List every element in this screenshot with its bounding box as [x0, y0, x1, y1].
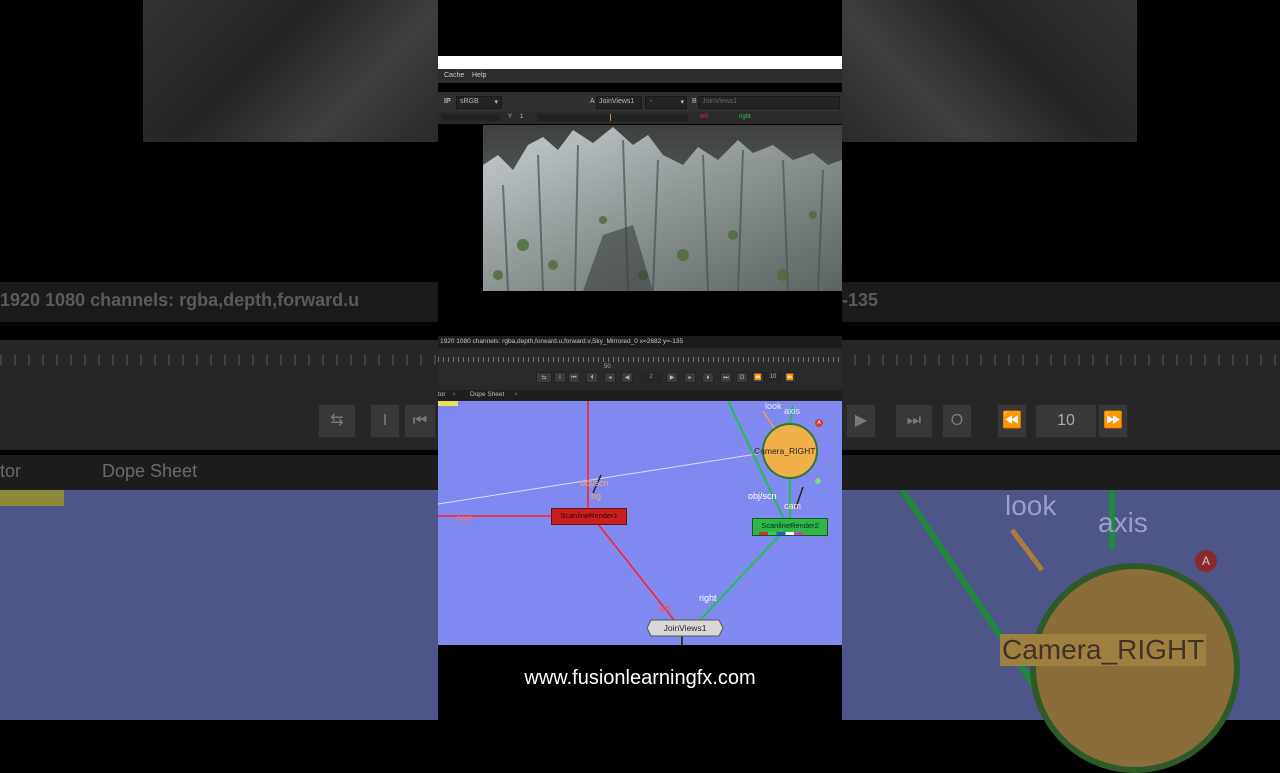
y-value[interactable]: 1 — [520, 114, 523, 120]
viewer-op-dropdown[interactable]: - ▾ — [645, 96, 687, 109]
background-info-text-right: -135 — [842, 290, 879, 310]
colorspace-value: sRGB — [460, 98, 479, 105]
timeline[interactable]: 50 ⇆ I ⏮ ⏴ ◂ ◀ 2 ▶ ▸ ⏵ ⏭ O ⏪ 10 ⏩ — [438, 348, 842, 390]
tab-node-graph[interactable]: tor — [438, 391, 446, 398]
view-right-button[interactable]: right — [739, 114, 751, 120]
set-out-icon[interactable]: O — [736, 372, 748, 383]
last-frame-icon[interactable]: ⏭ — [720, 372, 732, 383]
background-axis-label: axis — [1098, 507, 1148, 538]
slider-handle[interactable] — [610, 114, 611, 121]
viewer-toolbar-2: Y 1 left right — [438, 112, 842, 124]
scanline-render-2-label: ScanlineRender2 — [761, 521, 819, 530]
background-camera-node — [1030, 563, 1240, 773]
website-url: www.fusionlearningfx.com — [524, 667, 756, 689]
input-b-label: B — [692, 98, 697, 105]
background-in-icon: I — [370, 404, 400, 438]
scanline-render-2-node[interactable]: ScanlineRender2 — [752, 518, 828, 536]
background-last-icon: ⏭ — [895, 404, 933, 438]
colorspace-dropdown[interactable]: sRGB ▾ — [456, 96, 502, 109]
play-forward-icon[interactable]: ▶ — [666, 372, 678, 383]
step-back-icon[interactable]: ◂ — [604, 372, 616, 383]
viewer-info-text: 1920 1080 channels: rgba,depth,forward.u… — [440, 338, 684, 345]
chevron-down-icon: ▾ — [680, 99, 684, 106]
video-footer: www.fusionlearningfx.com — [438, 645, 842, 720]
background-first-icon: ⏮ — [404, 404, 436, 438]
axis-label: axis — [784, 406, 801, 416]
gain-slider[interactable] — [442, 114, 500, 121]
background-forward-icon: ⏩ — [1098, 404, 1128, 438]
input-b-value: JoinViews1 — [702, 98, 738, 105]
frame-increment-field[interactable]: 10 — [764, 372, 782, 383]
bg-label: bg — [591, 491, 602, 501]
ip-button[interactable]: IP — [444, 98, 451, 105]
background-info-text: 1920 1080 channels: rgba,depth,forward.u — [0, 290, 360, 310]
node-graph[interactable]: look axis A Camera_RIGHT obj/scn bg cam … — [438, 401, 842, 645]
left-input-label: left — [658, 604, 671, 614]
channel-indicator — [759, 532, 803, 535]
menu-cache[interactable]: Cache — [444, 72, 464, 79]
camera-node-label: Camera_RIGHT — [754, 446, 816, 456]
set-in-icon[interactable]: I — [554, 372, 566, 383]
background-yellow-node — [0, 490, 64, 506]
close-icon[interactable]: × — [514, 391, 518, 398]
timeline-ticks — [438, 357, 842, 362]
loop-mode-icon[interactable]: ⇆ — [536, 372, 552, 383]
input-a-value: JoinViews1 — [599, 98, 635, 105]
y-label: Y — [508, 114, 513, 120]
scanline-render-1-node[interactable]: ScanlineRender1 — [551, 508, 627, 525]
play-backward-icon[interactable]: ◀ — [621, 372, 633, 383]
background-back-icon: ⏪ — [997, 404, 1027, 438]
background-loop-icon: ⇆ — [318, 404, 356, 438]
step-forward-icon[interactable]: ▸ — [684, 372, 696, 383]
skip-back-icon[interactable]: ⏪ — [752, 372, 764, 383]
title-bar — [438, 56, 842, 69]
cam-label-right: cam — [784, 501, 802, 511]
background-tab-node-graph: tor — [0, 461, 22, 481]
chevron-down-icon: ▾ — [494, 99, 498, 106]
gamma-slider[interactable] — [538, 114, 688, 121]
joinviews-label: JoinViews1 — [663, 623, 707, 633]
viewer-info-bar: 1920 1080 channels: rgba,depth,forward.u… — [438, 336, 842, 348]
input-b-dropdown[interactable]: JoinViews1 — [698, 96, 840, 109]
input-a-dropdown[interactable]: JoinViews1 — [596, 96, 642, 109]
background-image-right — [842, 0, 1137, 142]
background-look-label: look — [1005, 490, 1057, 521]
background-tab-dope-sheet: Dope Sheet — [102, 461, 198, 481]
nuke-window: Cache Help IP sRGB ▾ A JoinViews1 - ▾ B … — [438, 0, 842, 720]
background-play-icon: ▶ — [846, 404, 876, 438]
background-badge: A — [1195, 550, 1217, 572]
input-a-label: A — [590, 98, 595, 105]
menu-bar: Cache Help — [438, 69, 842, 83]
obj-scn-label-left: obj/scn — [580, 478, 609, 488]
menu-help[interactable]: Help — [472, 72, 486, 79]
close-icon[interactable]: × — [452, 391, 456, 398]
obj-scn-label-right: obj/scn — [748, 491, 777, 501]
background-increment: 10 — [1035, 404, 1097, 438]
viewer-op-value: - — [650, 98, 653, 105]
skip-forward-icon[interactable]: ⏩ — [784, 372, 796, 383]
scanline-render-1-label: ScanlineRender1 — [560, 511, 618, 520]
viewer-toolbar: IP sRGB ▾ A JoinViews1 - ▾ B JoinViews1 — [438, 92, 842, 112]
viewer-canvas[interactable] — [438, 124, 842, 334]
tab-dope-sheet[interactable]: Dope Sheet — [470, 391, 504, 398]
background-image-left — [143, 0, 438, 142]
panel-tab-bar: tor × Dope Sheet × — [438, 390, 842, 401]
background-camera-label: Camera_RIGHT — [1000, 634, 1207, 666]
look-label: look — [765, 401, 782, 411]
current-frame-field[interactable]: 2 — [640, 372, 662, 383]
timeline-tick-label: 50 — [604, 364, 611, 370]
prev-keyframe-icon[interactable]: ⏴ — [586, 372, 598, 383]
next-keyframe-icon[interactable]: ⏵ — [702, 372, 714, 383]
badge-icon: A — [815, 419, 823, 427]
cam-label-left: cam — [456, 513, 474, 523]
view-left-button[interactable]: left — [700, 114, 708, 120]
right-input-label: right — [699, 593, 717, 603]
first-frame-icon[interactable]: ⏮ — [568, 372, 580, 383]
background-out-icon: O — [942, 404, 972, 438]
render-preview-image — [483, 125, 842, 291]
